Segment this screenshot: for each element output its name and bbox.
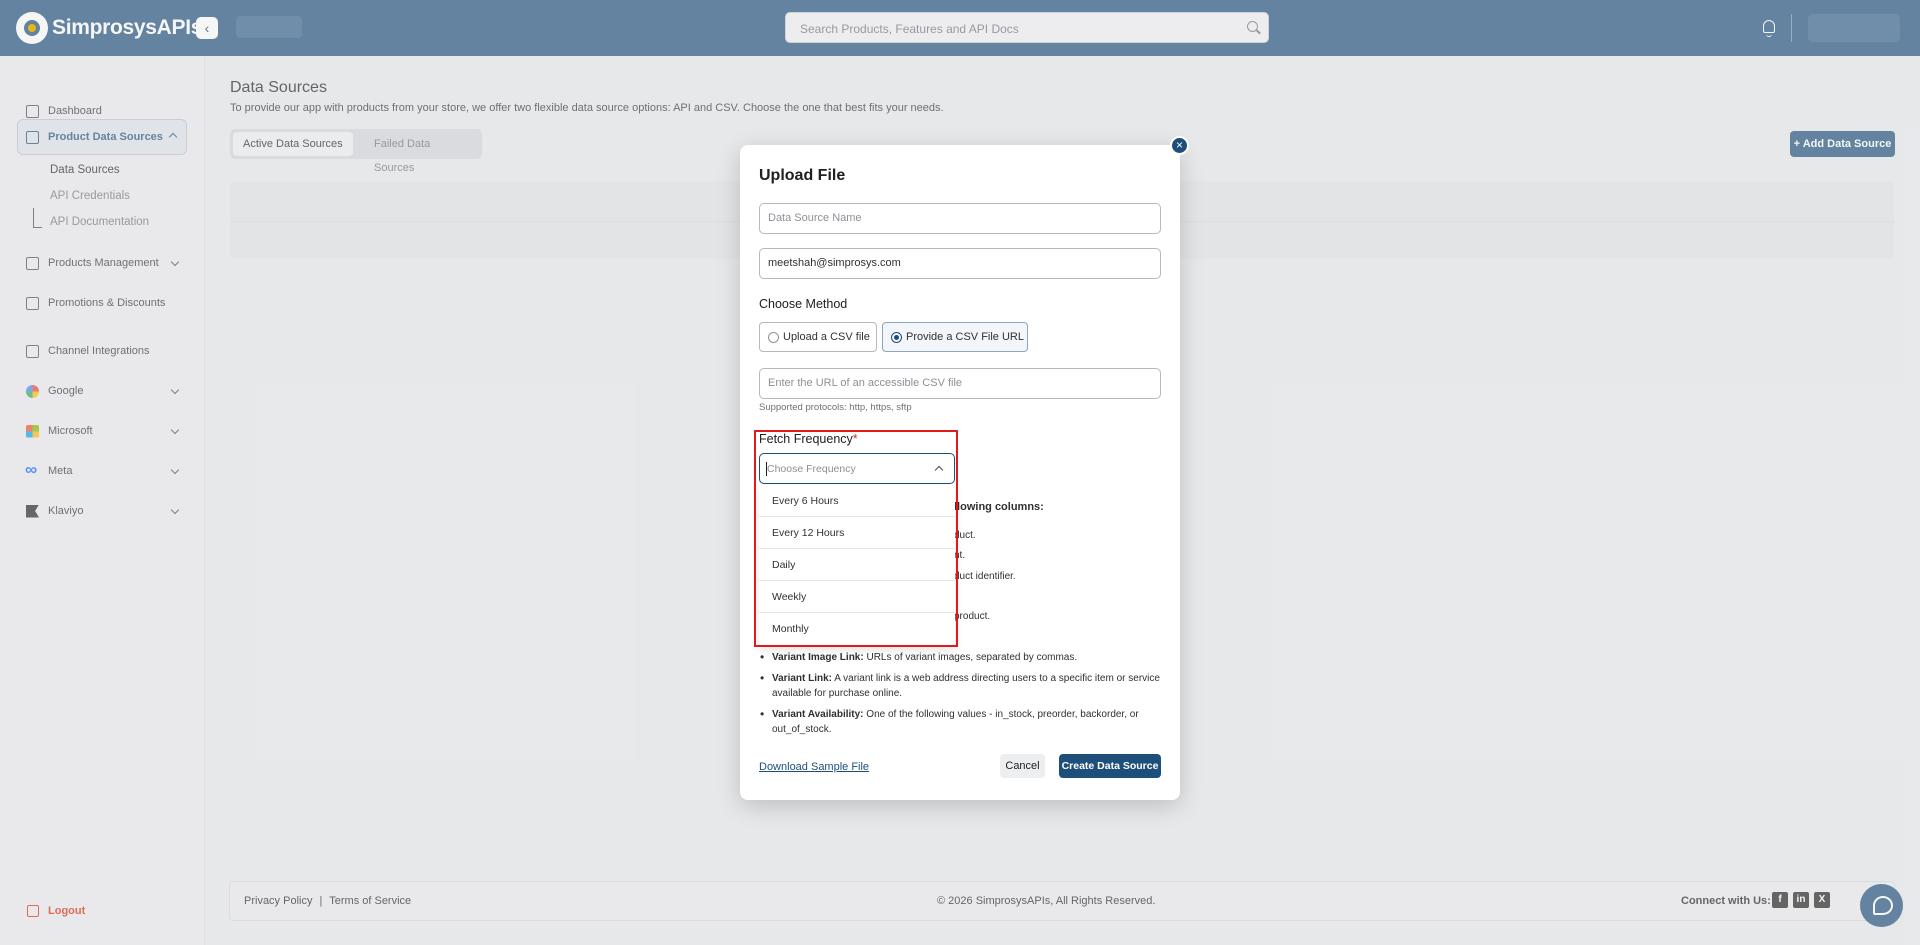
cancel-button[interactable]: Cancel — [1000, 754, 1045, 778]
bullet-text: URLs of variant images, separated by com… — [863, 652, 1078, 663]
list-item: Variant Availability: One of the followi… — [760, 707, 1160, 737]
bullet-term: Variant Image Link: — [772, 652, 864, 663]
bullet-term: Variant Link: — [772, 673, 833, 684]
bullet-term: Variant Availability: — [772, 709, 864, 720]
email-field[interactable]: meetshah@simprosys.com — [759, 248, 1161, 279]
modal-title: Upload File — [759, 167, 846, 184]
list-item: Variant Image Link: URLs of variant imag… — [760, 650, 1160, 665]
url-help-text: Supported protocols: http, https, sftp — [759, 402, 912, 413]
highlight-box — [754, 430, 958, 647]
upload-csv-radio[interactable]: Upload a CSV file — [759, 322, 877, 352]
radio-selected-icon — [891, 332, 902, 343]
csv-url-radio[interactable]: Provide a CSV File URL — [882, 322, 1028, 352]
download-sample-link[interactable]: Download Sample File — [759, 761, 869, 773]
radio-label: Provide a CSV File URL — [906, 331, 1024, 343]
radio-icon — [768, 332, 779, 343]
list-item: Variant Link: A variant link is a web ad… — [760, 671, 1160, 701]
data-source-name-input[interactable]: Data Source Name — [759, 203, 1161, 234]
radio-label: Upload a CSV file — [783, 331, 870, 343]
create-data-source-button[interactable]: Create Data Source — [1059, 754, 1161, 778]
columns-heading: llowing columns: — [954, 501, 1044, 513]
csv-url-input[interactable]: Enter the URL of an accessible CSV file — [759, 368, 1161, 399]
close-icon[interactable]: × — [1170, 136, 1189, 155]
column-desc-line: product. — [954, 611, 991, 622]
choose-method-label: Choose Method — [759, 297, 848, 311]
column-desc-line: duct identifier. — [954, 571, 1016, 582]
